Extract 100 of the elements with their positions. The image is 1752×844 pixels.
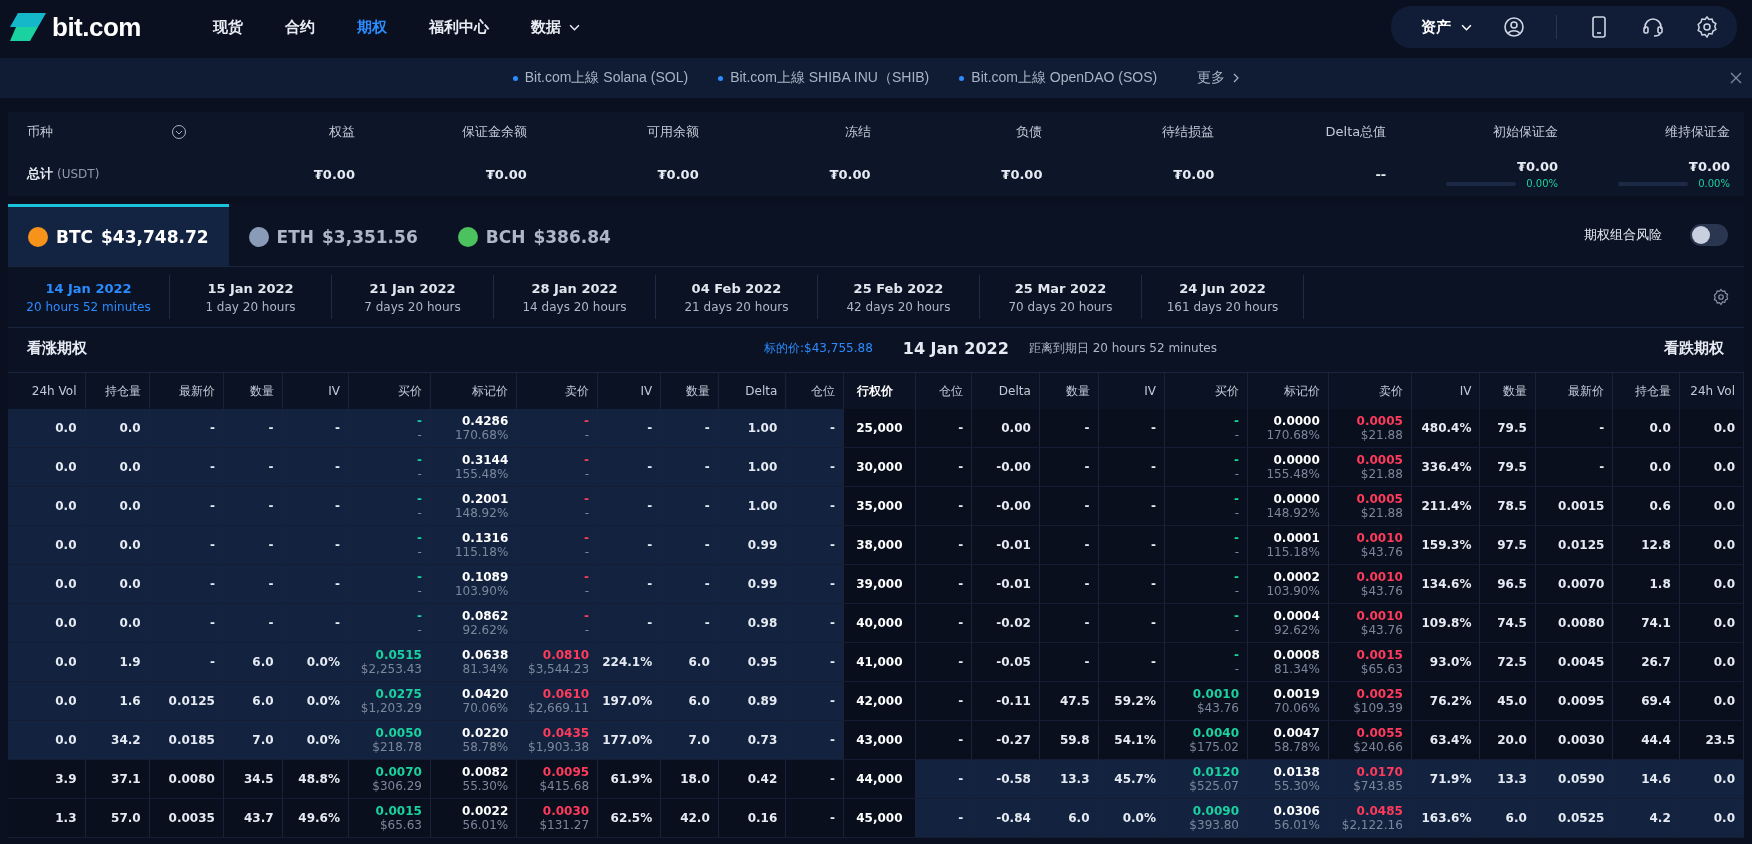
expiry-tab[interactable]: 14 Jan 2022 20 hours 52 minutes [8, 275, 170, 319]
table-cell: 7.0 [223, 721, 283, 760]
table-cell: 44.4 [1613, 721, 1680, 760]
toggle-switch[interactable] [1690, 224, 1728, 246]
table-cell: 0.0185 [149, 721, 224, 760]
currency-tab[interactable]: BCH $386.84 [437, 204, 638, 266]
table-cell: 0.0485 $2,122.16 [1328, 799, 1412, 838]
table-cell: 163.6% [1411, 799, 1481, 838]
table-cell: 47.5 [1039, 682, 1099, 721]
table-cell: - - [517, 487, 599, 526]
table-cell: - - [349, 487, 431, 526]
table-cell: 0.0 [8, 565, 86, 604]
table-cell: 0.0010 $43.76 [1328, 565, 1412, 604]
table-cell: 45.7% [1098, 760, 1165, 799]
expiry-tab[interactable]: 21 Jan 2022 7 days 20 hours [332, 275, 494, 319]
table-cell: - [786, 721, 844, 760]
chevron-right-icon[interactable] [1233, 73, 1240, 83]
table-cell: - - [1164, 526, 1248, 565]
table-cell: - [223, 565, 283, 604]
announcement-link[interactable]: Bit.com上線 Solana (SOL) [512, 69, 689, 87]
table-cell: 0.89 [718, 682, 787, 721]
strike-cell: 43,000 [843, 721, 916, 760]
table-cell: - [149, 448, 224, 487]
expiry-tab[interactable]: 15 Jan 2022 1 day 20 hours [170, 275, 332, 319]
table-cell: - [149, 409, 224, 448]
table-cell: 0.0275 $1,203.29 [349, 682, 431, 721]
table-cell: - [149, 604, 224, 643]
table-cell: 0.0 [8, 604, 86, 643]
dropdown-icon[interactable] [171, 124, 188, 140]
summary-value: ₮0.00 [829, 166, 871, 182]
table-cell: 0.0047 58.78% [1248, 721, 1329, 760]
announcement-link[interactable]: Bit.com上線 OpenDAO (SOS) [959, 69, 1158, 87]
table-cell: 0.0125 [149, 682, 224, 721]
table-cell: 7.0 [661, 721, 719, 760]
table-cell: - [1098, 409, 1165, 448]
strike-cell: 38,000 [843, 526, 916, 565]
assets-menu[interactable]: 资产 [1421, 17, 1472, 37]
table-cell: 0.0082 55.30% [430, 760, 518, 799]
settings-icon[interactable] [1695, 15, 1719, 39]
table-cell: 0.0004 92.62% [1248, 604, 1329, 643]
coin-icon [248, 226, 269, 247]
table-cell: - [1098, 643, 1165, 682]
expiry-tab[interactable]: 25 Mar 2022 70 days 20 hours [980, 275, 1142, 319]
table-cell: 0.0 [8, 526, 86, 565]
nav-link[interactable]: 现货 [192, 17, 264, 37]
table-cell: 26.7 [1613, 643, 1680, 682]
table-cell: - [786, 760, 844, 799]
table-cell: - [1039, 526, 1099, 565]
expiry-tab[interactable]: 25 Feb 2022 42 days 20 hours [818, 275, 980, 319]
table-cell: - - [349, 409, 431, 448]
total-label: 总计 [27, 165, 53, 183]
nav-link[interactable]: 合约 [264, 17, 336, 37]
table-cell: 63.4% [1411, 721, 1481, 760]
table-cell: 54.1% [1098, 721, 1165, 760]
table-cell: 0.0610 $2,669.11 [517, 682, 599, 721]
expiry-tab[interactable]: 04 Feb 2022 21 days 20 hours [656, 275, 818, 319]
currency-tab[interactable]: ETH $3,351.56 [228, 204, 438, 266]
coin-icon [457, 226, 478, 247]
strike-cell: 45,000 [843, 799, 916, 838]
table-cell: - [786, 643, 844, 682]
table-cell: 0.42 [718, 760, 787, 799]
table-cell: - [598, 487, 662, 526]
table-cell: 0.6 [1613, 487, 1680, 526]
table-cell: 0.0 [8, 448, 86, 487]
table-cell: 12.8 [1613, 526, 1680, 565]
table-cell: - [915, 526, 973, 565]
table-cell: - [1098, 487, 1165, 526]
table-cell: 0.0010 $43.76 [1164, 682, 1248, 721]
logo-text[interactable]: bit.com [52, 11, 141, 43]
table-cell: - - [349, 565, 431, 604]
table-cell: - [786, 409, 844, 448]
table-cell: 48.8% [282, 760, 349, 799]
more-link[interactable]: 更多 [1197, 69, 1226, 87]
column-header: 维持保证金 [1665, 123, 1731, 141]
table-cell: 0.0025 $109.39 [1328, 682, 1412, 721]
table-cell: 0.0 [8, 682, 86, 721]
table-cell: - - [349, 604, 431, 643]
close-icon[interactable] [1730, 72, 1742, 84]
table-cell: 0.1089 103.90% [430, 565, 518, 604]
announcement-link[interactable]: Bit.com上線 SHIBA INU（SHIB) [718, 69, 930, 87]
nav-link[interactable]: 福利中心 [408, 17, 510, 37]
user-icon[interactable] [1502, 15, 1526, 39]
nav-link[interactable]: 数据 [510, 17, 601, 37]
table-cell: 0.0 [1679, 487, 1744, 526]
nav-link[interactable]: 期权 [336, 17, 408, 37]
expiry-tab[interactable]: 24 Jun 2022 161 days 20 hours [1142, 275, 1304, 319]
expiry-tab[interactable]: 28 Jan 2022 14 days 20 hours [494, 275, 656, 319]
table-cell: 13.3 [1480, 760, 1536, 799]
table-cell: 0.0 [1679, 526, 1744, 565]
coin-icon [28, 226, 48, 247]
summary-value: ₮0.00 [1173, 166, 1215, 182]
table-cell: 76.2% [1411, 682, 1481, 721]
table-cell: 3.9 [8, 760, 86, 799]
table-cell: - [1039, 448, 1099, 487]
settings-icon[interactable] [1712, 288, 1730, 306]
table-cell: 59.2% [1098, 682, 1165, 721]
headset-icon[interactable] [1641, 15, 1665, 39]
currency-tab[interactable]: BTC $43,748.72 [8, 204, 229, 266]
table-cell: - [915, 565, 973, 604]
table-cell: 6.0 [1480, 799, 1536, 838]
